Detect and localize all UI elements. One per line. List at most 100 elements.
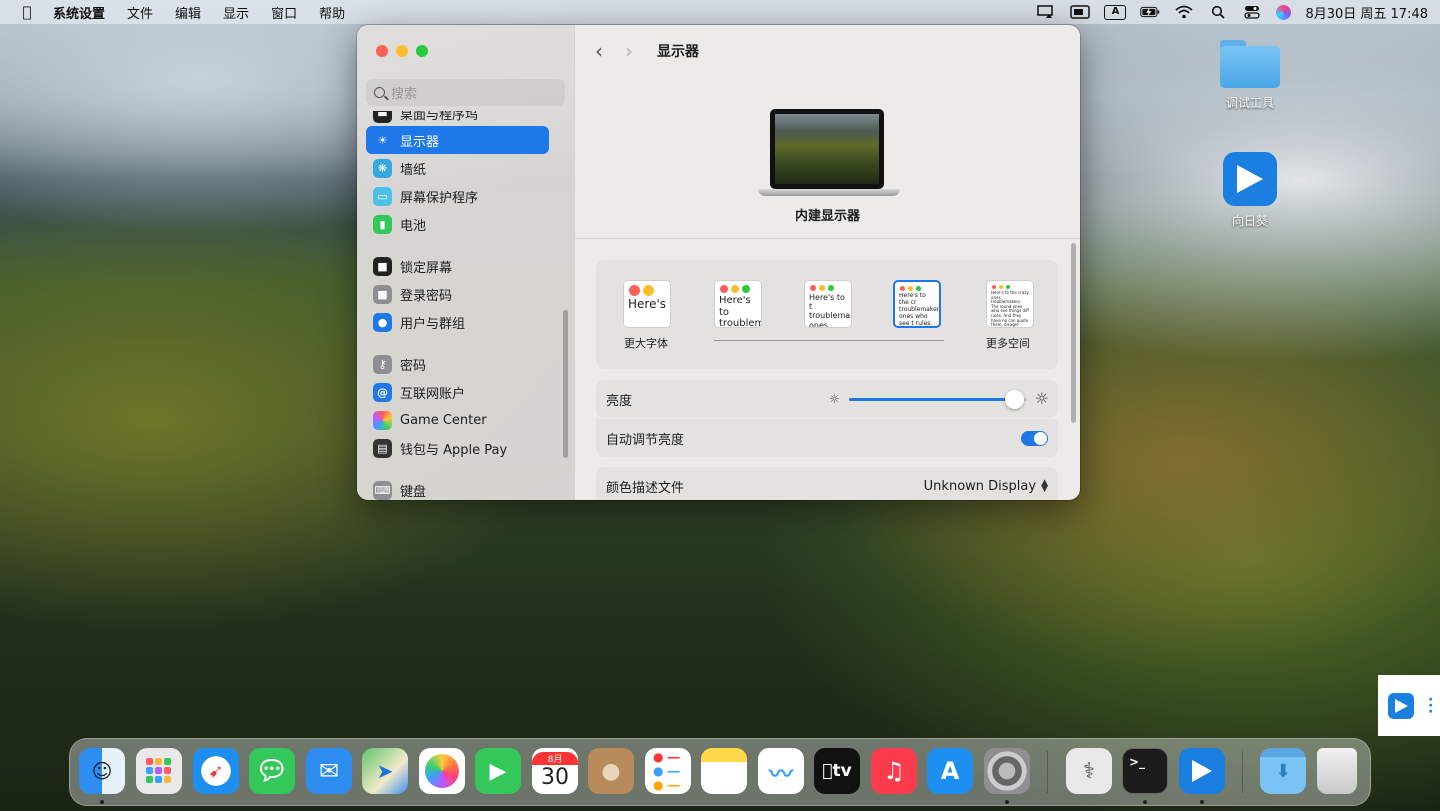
- sidebar-item-users-groups[interactable]: ● 用户与群组: [366, 308, 549, 336]
- wifi-icon[interactable]: [1174, 4, 1194, 20]
- brightness-slider[interactable]: ☼ ☼: [829, 380, 1049, 418]
- sunlogin-icon: [1223, 152, 1277, 206]
- display-icon[interactable]: [1070, 4, 1091, 20]
- menu-window[interactable]: 窗口: [260, 3, 308, 22]
- menu-help[interactable]: 帮助: [308, 3, 356, 22]
- mail-icon[interactable]: ✉: [306, 748, 352, 794]
- resolution-option-larger-text[interactable]: Here's: [623, 280, 671, 328]
- disk-utility-icon[interactable]: ⚕: [1066, 748, 1112, 794]
- sidebar-item-desktop-dock[interactable]: ▬ 桌面与程序坞: [366, 111, 549, 127]
- messages-icon[interactable]: 💬︎: [249, 748, 295, 794]
- maps-icon[interactable]: ➤: [362, 748, 408, 794]
- color-profile-value: Unknown Display: [923, 478, 1037, 494]
- menu-view[interactable]: 显示: [212, 3, 260, 22]
- menu-edit[interactable]: 编辑: [164, 3, 212, 22]
- resolution-option-more-space[interactable]: Here's to the crazy ones troublemakers. …: [986, 280, 1034, 328]
- calendar-day: 30: [541, 765, 569, 790]
- color-profile-label: 颜色描述文件: [606, 480, 685, 496]
- contacts-icon[interactable]: ●: [588, 748, 634, 794]
- notes-icon[interactable]: [701, 748, 747, 794]
- forward-chevron-icon[interactable]: ›: [625, 39, 633, 63]
- auto-brightness-label: 自动调节亮度: [606, 432, 685, 448]
- laptop-display-icon[interactable]: [758, 109, 900, 199]
- sidebar-item-label: 屏幕保护程序: [400, 190, 479, 206]
- more-options-icon[interactable]: · · ·: [1428, 693, 1433, 719]
- sunlogin-icon[interactable]: [1179, 748, 1225, 794]
- dock-icon: ▬: [373, 111, 392, 123]
- finder-icon[interactable]: ☺: [79, 748, 125, 794]
- resolution-option-3[interactable]: Here's to t troublema ones who: [804, 280, 852, 328]
- sidebar-scrollbar[interactable]: [563, 310, 568, 458]
- apple-logo-icon[interactable]: : [12, 3, 42, 21]
- trash-icon[interactable]: [1317, 748, 1357, 794]
- input-source-icon[interactable]: A: [1104, 4, 1127, 20]
- sidebar-item-internet-accounts[interactable]: @ 互联网账户: [366, 378, 549, 406]
- display-name: 内建显示器: [794, 209, 860, 224]
- brightness-track[interactable]: [849, 390, 1027, 409]
- resolution-track: [714, 340, 944, 341]
- sun-small-icon: ☼: [829, 392, 840, 406]
- siri-icon[interactable]: [1276, 4, 1292, 20]
- system-settings-icon[interactable]: [984, 748, 1030, 794]
- sidebar-item-wallet-apple-pay[interactable]: ▤ 钱包与 Apple Pay: [366, 434, 549, 462]
- freeform-icon[interactable]: 〰: [758, 748, 804, 794]
- sidebar-item-label: 钱包与 Apple Pay: [400, 442, 508, 458]
- sidebar-item-login-password[interactable]: ■ 登录密码: [366, 280, 549, 308]
- toolbar: ‹ › 显示器: [575, 25, 1080, 77]
- minimize-button[interactable]: [396, 45, 408, 57]
- sidebar-item-game-center[interactable]: Game Center: [366, 406, 549, 434]
- desktop-app-sunlogin[interactable]: 向日葵: [1210, 152, 1290, 229]
- sunlogin-icon: [1388, 692, 1414, 719]
- lock-icon: ■: [373, 256, 392, 276]
- screensaver-icon: ▭: [373, 186, 392, 206]
- resolution-option-2[interactable]: Here's to troublem: [714, 280, 762, 328]
- facetime-icon[interactable]: ▶: [475, 748, 521, 794]
- downloads-folder-icon[interactable]: ⬇: [1260, 748, 1306, 794]
- sidebar-item-wallpaper[interactable]: ❋ 墙纸: [366, 154, 549, 182]
- sidebar-item-lock-screen[interactable]: ■ 锁定屏幕: [366, 252, 549, 280]
- menubar-clock[interactable]: 8月30日 周五 17:48: [1305, 3, 1428, 22]
- photos-icon[interactable]: [419, 748, 465, 794]
- app-store-icon[interactable]: A: [927, 748, 973, 794]
- sidebar-item-keyboard[interactable]: ⌨ 键盘: [366, 476, 549, 500]
- sidebar-item-label: 电池: [400, 218, 427, 234]
- game-center-icon: [373, 410, 392, 430]
- main-scrollbar[interactable]: [1071, 243, 1076, 423]
- sidebar-item-label: 墙纸: [400, 162, 427, 178]
- desktop-icon-label: 调试工具: [1225, 96, 1274, 110]
- menu-app-name[interactable]: 系统设置: [42, 3, 116, 22]
- desktop-folder-debug-tools[interactable]: 调试工具: [1210, 40, 1290, 111]
- back-chevron-icon[interactable]: ‹: [595, 39, 603, 63]
- screen-mirroring-icon[interactable]: [1036, 4, 1056, 20]
- battery-icon[interactable]: [1140, 4, 1160, 20]
- calendar-icon[interactable]: 8月 30: [532, 748, 578, 794]
- main-pane: ‹ › 显示器 内建显示器 Here's Here's to troublem: [575, 25, 1080, 500]
- sidebar-item-passwords[interactable]: ⚷ 密码: [366, 350, 549, 378]
- window-controls: [376, 45, 428, 57]
- reminders-icon[interactable]: ● ― ● ― ● ―: [645, 748, 691, 794]
- color-profile-select[interactable]: Unknown Display ▲ ▼: [924, 479, 1048, 494]
- auto-brightness-toggle[interactable]: [1021, 430, 1048, 446]
- updown-chevron-icon: ▲ ▼: [1041, 478, 1048, 494]
- tv-label: tv: [827, 761, 851, 781]
- terminal-icon[interactable]: >_: [1122, 748, 1168, 794]
- search-input[interactable]: 搜索: [366, 79, 565, 106]
- close-button[interactable]: [376, 45, 388, 57]
- spotlight-icon[interactable]: [1208, 4, 1228, 20]
- sidebar-item-label: Game Center: [400, 412, 487, 428]
- settings-content: Here's Here's to troublem Here's to t tr…: [575, 240, 1080, 500]
- menu-file[interactable]: 文件: [116, 3, 164, 22]
- zoom-button[interactable]: [416, 45, 428, 57]
- tv-icon[interactable]: tv: [814, 748, 860, 794]
- launchpad-icon[interactable]: [136, 748, 182, 794]
- music-icon[interactable]: ♫: [871, 748, 917, 794]
- control-center-icon[interactable]: [1242, 4, 1262, 20]
- sunlogin-floating-widget[interactable]: · · ·: [1378, 675, 1440, 736]
- sidebar-item-screensaver[interactable]: ▭ 屏幕保护程序: [366, 182, 549, 210]
- brightness-knob[interactable]: [1005, 390, 1025, 409]
- safari-icon[interactable]: ➹: [193, 748, 239, 794]
- sidebar-item-battery[interactable]: ▮ 电池: [366, 210, 549, 238]
- resolution-option-4-selected[interactable]: Here's to the cr troublemakers ones who …: [893, 280, 941, 328]
- sidebar-item-displays[interactable]: ☀ 显示器: [366, 126, 549, 154]
- sidebar: 搜索 ▬ 桌面与程序坞 ☀ 显示器 ❋ 墙纸 ▭ 屏幕保护程序 ▮ 电池 ■ 锁…: [357, 25, 575, 500]
